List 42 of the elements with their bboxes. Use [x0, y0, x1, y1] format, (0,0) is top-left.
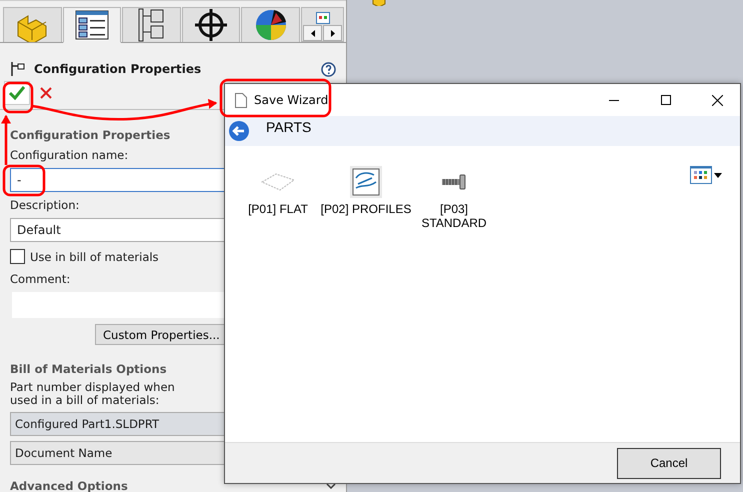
checkbox-label: Use in bill of materials [30, 250, 159, 264]
field-label: Description: [10, 198, 80, 212]
section-heading: Bill of Materials Options [10, 362, 167, 376]
view-button[interactable] [690, 166, 722, 184]
back-icon[interactable] [228, 120, 250, 142]
grid-icon[interactable] [316, 12, 330, 24]
crosshair-icon [194, 8, 228, 42]
field-label: Part number displayed when used in a bill of materials: [10, 381, 175, 407]
checkbox[interactable] [10, 249, 25, 264]
field-label: Comment: [10, 272, 70, 286]
panel-tab[interactable] [62, 7, 122, 43]
cancel-button[interactable]: Cancel [617, 448, 721, 478]
section-heading: Configuration Properties [10, 128, 170, 142]
dropdown-arrow-icon [714, 172, 722, 178]
left-arrow-icon [310, 30, 315, 36]
panel-title: Configuration Properties [34, 62, 202, 76]
view-grid-icon [690, 166, 712, 184]
help-icon[interactable] [321, 62, 336, 76]
scroll-right-button[interactable] [323, 25, 342, 41]
right-arrow-icon [330, 30, 335, 36]
panel-tab[interactable] [182, 7, 240, 42]
close-icon [40, 87, 52, 99]
annotation-arrow [1, 114, 11, 165]
checkmark-icon [9, 86, 25, 100]
panel-tab[interactable] [241, 7, 300, 42]
field-label: Configuration name: [10, 148, 128, 162]
collapse-icon[interactable] [326, 483, 336, 489]
document-icon [235, 92, 247, 108]
folder-item[interactable]: [P03] STANDARD [411, 166, 497, 230]
maximize-icon [660, 95, 670, 105]
property-list-icon [74, 10, 109, 40]
scroll-left-button[interactable] [303, 25, 322, 41]
configuration-icon [10, 61, 26, 77]
cancel-button[interactable] [38, 85, 54, 101]
color-ball-icon [254, 8, 288, 42]
profile-sketch-icon [350, 166, 382, 198]
highlight-outline [2, 164, 46, 196]
location-label: PARTS [266, 119, 312, 135]
panel-tab[interactable] [122, 7, 181, 42]
close-icon [712, 94, 723, 106]
dialog-title: Save Wizard [254, 93, 330, 107]
highlight-outline [2, 82, 34, 114]
